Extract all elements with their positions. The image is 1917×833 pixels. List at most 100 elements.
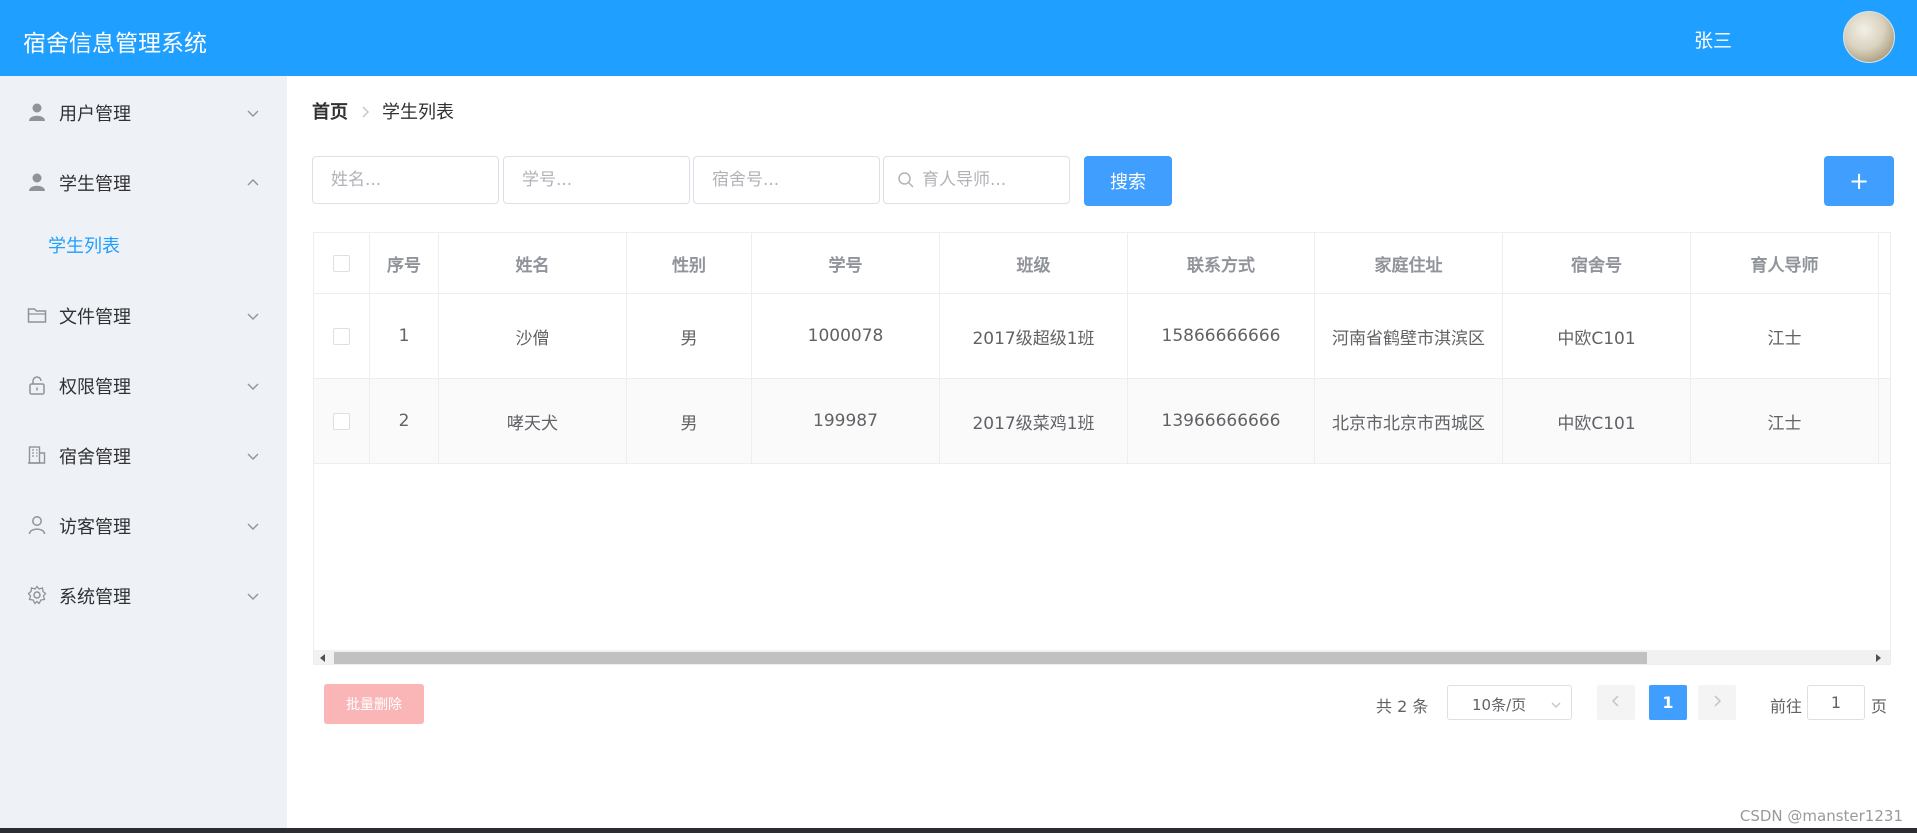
gear-icon	[27, 585, 47, 605]
table-cell: 13966666666	[1128, 379, 1315, 463]
row-select-cell	[314, 294, 370, 378]
bottom-strip	[0, 828, 1917, 833]
chevron-up-icon	[246, 175, 260, 189]
table-cell: 2017级菜鸡1班	[940, 379, 1128, 463]
student-no-search-input[interactable]	[503, 156, 690, 204]
name-search-input[interactable]	[312, 156, 499, 204]
sidebar-item-label: 用户管理	[59, 104, 131, 125]
avatar[interactable]	[1843, 11, 1895, 63]
user-name[interactable]: 张三	[1694, 26, 1732, 53]
page-size-value: 10条/页	[1472, 696, 1527, 714]
add-button[interactable]: +	[1824, 156, 1894, 206]
table-cell: 中欧C101	[1503, 379, 1691, 463]
student-table: 序号 姓名 性别 学号 班级 联系方式 家庭住址 宿舍号 育人导师 1 沙僧 男…	[313, 232, 1891, 665]
chevron-down-icon	[246, 308, 260, 322]
scroll-left-icon[interactable]	[320, 654, 325, 662]
sidebar-item-label: 宿舍管理	[59, 447, 131, 468]
sidebar-item-label: 文件管理	[59, 307, 131, 328]
chevron-down-icon	[246, 378, 260, 392]
table-cell: 2	[370, 379, 439, 463]
breadcrumb: 首页 学生列表	[312, 98, 454, 124]
chevron-down-icon	[246, 105, 260, 119]
table-cell: 北京市北京市西城区	[1315, 379, 1503, 463]
prev-page-button[interactable]	[1597, 685, 1635, 720]
sidebar-item-dorm-management[interactable]: 宿舍管理	[0, 430, 287, 480]
sidebar-item-user-management[interactable]: 用户管理	[0, 87, 287, 137]
page-number-button[interactable]: 1	[1649, 685, 1687, 720]
table-row[interactable]: 1 沙僧 男 1000078 2017级超级1班 15866666666 河南省…	[314, 294, 1890, 379]
table-cell: 河南省鹤壁市淇滨区	[1315, 294, 1503, 378]
breadcrumb-home[interactable]: 首页	[312, 102, 348, 123]
sidebar-item-label: 学生管理	[59, 174, 131, 195]
table-header: 序号 姓名 性别 学号 班级 联系方式 家庭住址 宿舍号 育人导师	[314, 233, 1890, 294]
select-all-checkbox[interactable]	[333, 254, 350, 272]
dorm-search-input[interactable]	[693, 156, 880, 204]
table-cell: 199987	[752, 379, 940, 463]
table-cell: 2017级超级1班	[940, 294, 1128, 378]
sidebar-item-permission-management[interactable]: 权限管理	[0, 360, 287, 410]
main-content: 首页 学生列表 搜索 + 序号 姓名 性别 学号 班级 联系方式 家庭住址 宿舍号…	[287, 76, 1917, 833]
watermark: CSDN @manster1231	[1739, 807, 1903, 825]
lock-icon	[27, 375, 47, 395]
goto-page-input[interactable]	[1807, 685, 1865, 720]
scrollbar-thumb[interactable]	[334, 652, 1647, 664]
sidebar: 用户管理 学生管理 学生列表 文件管理 权限管理 宿舍管理 访客管理 系统管理	[0, 76, 287, 828]
row-select-cell	[314, 379, 370, 463]
table-cell: 1000078	[752, 294, 940, 378]
goto-label: 前往	[1770, 697, 1803, 716]
user-icon	[27, 172, 47, 192]
goto-unit-label: 页	[1871, 697, 1888, 716]
search-button[interactable]: 搜索	[1084, 156, 1172, 206]
sidebar-item-label: 系统管理	[59, 587, 131, 608]
table-cell: 哮天犬	[439, 379, 627, 463]
chevron-right-icon	[1711, 695, 1723, 711]
table-cell: 沙僧	[439, 294, 627, 378]
column-header[interactable]: 姓名	[439, 233, 627, 293]
table-cell: 男	[627, 294, 752, 378]
table-cell: 江士	[1691, 294, 1879, 378]
sidebar-subitem-student-list[interactable]: 学生列表	[48, 232, 120, 258]
column-header[interactable]: 育人导师	[1691, 233, 1879, 293]
app-title: 宿舍信息管理系统	[23, 31, 207, 57]
column-header[interactable]: 序号	[370, 233, 439, 293]
sidebar-item-system-management[interactable]: 系统管理	[0, 570, 287, 620]
scroll-right-icon[interactable]	[1876, 654, 1881, 662]
header-select-all	[314, 233, 370, 293]
chevron-down-icon	[246, 448, 260, 462]
table-cell: 江士	[1691, 379, 1879, 463]
column-header[interactable]: 宿舍号	[1503, 233, 1691, 293]
chevron-down-icon	[1550, 697, 1562, 709]
row-checkbox[interactable]	[333, 412, 350, 430]
column-header[interactable]: 班级	[940, 233, 1128, 293]
folder-icon	[27, 305, 47, 325]
chevron-left-icon	[1610, 695, 1622, 711]
chevron-down-icon	[246, 588, 260, 602]
page-size-select[interactable]: 10条/页	[1447, 685, 1572, 720]
top-bar: 宿舍信息管理系统 张三	[0, 0, 1917, 76]
column-header[interactable]: 家庭住址	[1315, 233, 1503, 293]
column-header[interactable]: 性别	[627, 233, 752, 293]
sidebar-item-student-management[interactable]: 学生管理	[0, 157, 287, 207]
person-outline-icon	[27, 515, 47, 535]
column-header[interactable]: 联系方式	[1128, 233, 1315, 293]
sidebar-item-visitor-management[interactable]: 访客管理	[0, 500, 287, 550]
table-row[interactable]: 2 哮天犬 男 199987 2017级菜鸡1班 13966666666 北京市…	[314, 379, 1890, 464]
table-cell: 中欧C101	[1503, 294, 1691, 378]
breadcrumb-current: 学生列表	[382, 102, 454, 123]
chevron-right-icon	[360, 102, 370, 123]
table-cell: 男	[627, 379, 752, 463]
sidebar-item-file-management[interactable]: 文件管理	[0, 290, 287, 340]
table-cell: 15866666666	[1128, 294, 1315, 378]
search-icon	[897, 171, 915, 189]
next-page-button[interactable]	[1698, 685, 1736, 720]
horizontal-scrollbar[interactable]	[314, 650, 1890, 664]
batch-delete-button[interactable]: 批量删除	[324, 684, 424, 724]
chevron-down-icon	[246, 518, 260, 532]
sidebar-item-label: 权限管理	[59, 377, 131, 398]
row-checkbox[interactable]	[333, 327, 350, 345]
pagination-total: 共 2 条	[1376, 697, 1429, 716]
building-icon	[27, 445, 47, 465]
column-header[interactable]: 学号	[752, 233, 940, 293]
sidebar-item-label: 访客管理	[59, 517, 131, 538]
user-icon	[27, 102, 47, 122]
